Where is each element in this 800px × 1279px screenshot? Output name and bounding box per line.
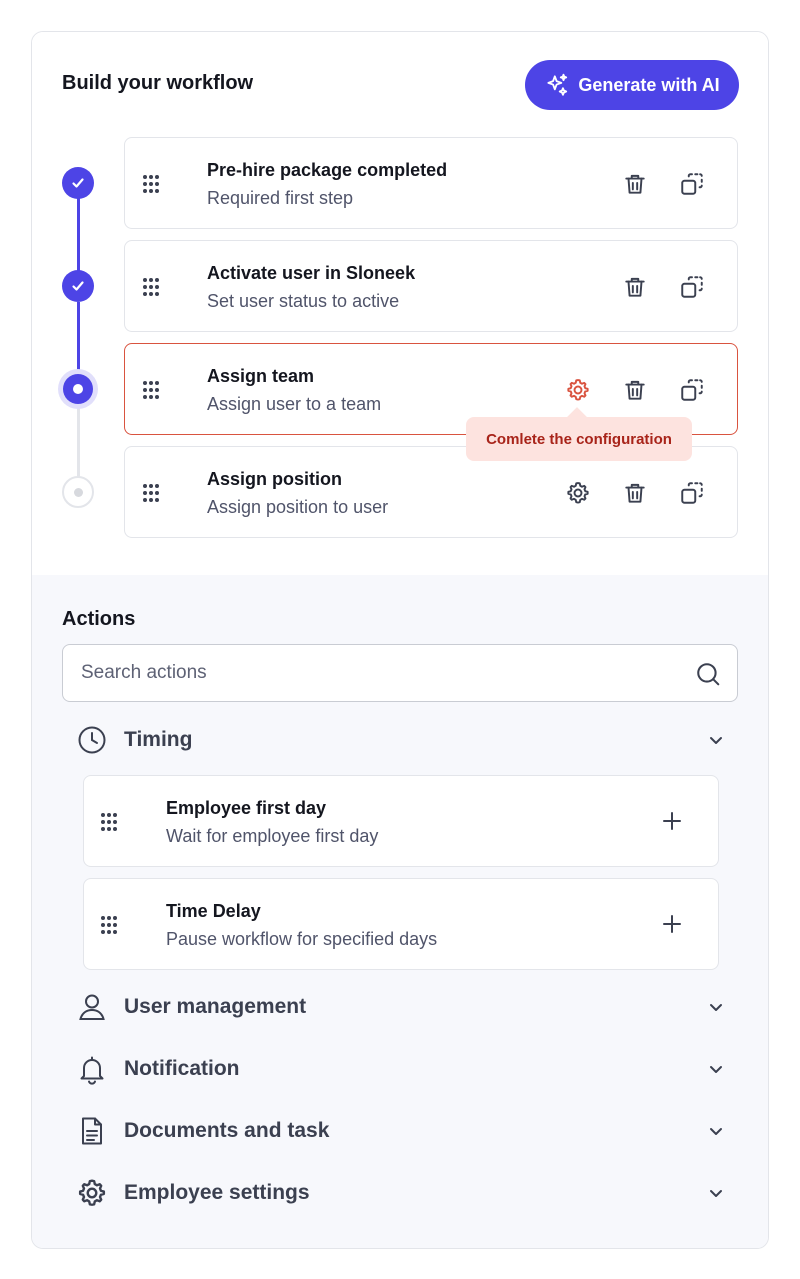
gear-icon [567, 379, 589, 401]
duplicate-icon [681, 173, 703, 195]
configure-step-button[interactable] [564, 376, 592, 404]
drag-handle-icon[interactable] [97, 913, 121, 937]
pending-dot [73, 487, 83, 497]
duplicate-icon [681, 379, 703, 401]
action-item[interactable]: Time Delay Pause workflow for specified … [83, 878, 719, 970]
bell-icon [80, 1056, 104, 1085]
category-timing[interactable]: Timing [76, 718, 726, 762]
delete-step-button[interactable] [621, 170, 649, 198]
chevron-down-icon[interactable] [706, 1183, 726, 1203]
action-subtitle: Wait for employee first day [166, 826, 379, 846]
drag-handle-icon[interactable] [97, 810, 121, 834]
duplicate-icon [681, 276, 703, 298]
step-subtitle: Set user status to active [207, 291, 400, 311]
generate-with-ai-label: Generate with AI [578, 74, 720, 95]
gear-icon [567, 482, 589, 504]
drag-handle-icon[interactable] [139, 275, 163, 299]
step-subtitle: Assign user to a team [207, 394, 382, 414]
step-status-current [58, 369, 98, 409]
duplicate-step-button[interactable] [678, 376, 706, 404]
clock-icon [78, 726, 106, 754]
duplicate-step-button[interactable] [678, 170, 706, 198]
drag-handle-icon[interactable] [139, 378, 163, 402]
drag-handle-icon[interactable] [139, 481, 163, 505]
chevron-down-icon[interactable] [706, 730, 726, 750]
category-label: Notification [124, 1057, 240, 1080]
category-label: User management [124, 995, 307, 1018]
trash-icon [625, 174, 645, 194]
category-label: Employee settings [124, 1181, 310, 1204]
chevron-down-icon[interactable] [706, 997, 726, 1017]
step-title: Assign team [207, 366, 315, 386]
action-item[interactable]: Employee first day Wait for employee fir… [83, 775, 719, 867]
step-title: Pre-hire package completed [207, 160, 448, 180]
trash-icon [625, 380, 645, 400]
add-action-icon[interactable] [658, 807, 686, 835]
step-subtitle: Assign position to user [207, 497, 389, 517]
duplicate-step-button[interactable] [678, 479, 706, 507]
search-actions-field[interactable] [62, 644, 738, 702]
search-icon[interactable] [695, 661, 721, 687]
delete-step-button[interactable] [621, 273, 649, 301]
step-status-done [62, 270, 94, 302]
sparkle-icon [547, 73, 568, 96]
step-subtitle: Required first step [207, 188, 354, 208]
page-title: Build your workflow [62, 72, 254, 94]
category-notification[interactable]: Notification [76, 1047, 726, 1091]
gear-icon [78, 1179, 106, 1206]
category-documents-and-task[interactable]: Documents and task [76, 1109, 726, 1153]
trash-icon [625, 277, 645, 297]
workflow-panel: Build your workflow Generate with AI Pre… [31, 31, 769, 1249]
actions-title: Actions [62, 608, 136, 630]
action-title: Employee first day [166, 798, 327, 818]
workflow-step[interactable]: Activate user in Sloneek Set user status… [124, 240, 738, 332]
chevron-down-icon[interactable] [706, 1121, 726, 1141]
check-icon [72, 178, 84, 188]
search-input[interactable] [63, 645, 683, 701]
user-icon [79, 994, 105, 1020]
category-user-management[interactable]: User management [76, 985, 726, 1029]
action-subtitle: Pause workflow for specified days [166, 929, 438, 949]
step-status-done [62, 167, 94, 199]
category-employee-settings[interactable]: Employee settings [76, 1171, 726, 1215]
step-title: Assign position [207, 469, 342, 489]
workflow-builder-section: Build your workflow Generate with AI Pre… [32, 32, 768, 575]
step-status-pending [62, 476, 94, 508]
duplicate-icon [681, 482, 703, 504]
check-icon [72, 281, 84, 291]
delete-step-button[interactable] [621, 376, 649, 404]
workflow-step[interactable]: Pre-hire package completed Required firs… [124, 137, 738, 229]
document-icon [82, 1117, 102, 1145]
duplicate-step-button[interactable] [678, 273, 706, 301]
action-title: Time Delay [166, 901, 261, 921]
configuration-tooltip: Comlete the configuration [466, 417, 692, 461]
configure-step-button[interactable] [564, 479, 592, 507]
category-label: Timing [124, 728, 193, 751]
delete-step-button[interactable] [621, 479, 649, 507]
timeline-connector [77, 408, 80, 478]
chevron-down-icon[interactable] [706, 1059, 726, 1079]
trash-icon [625, 483, 645, 503]
category-label: Documents and task [124, 1119, 330, 1142]
add-action-icon[interactable] [658, 910, 686, 938]
step-title: Activate user in Sloneek [207, 263, 416, 283]
generate-with-ai-button[interactable]: Generate with AI [525, 60, 739, 110]
step-status-current-inner [63, 374, 93, 404]
drag-handle-icon[interactable] [139, 172, 163, 196]
current-dot [73, 384, 83, 394]
